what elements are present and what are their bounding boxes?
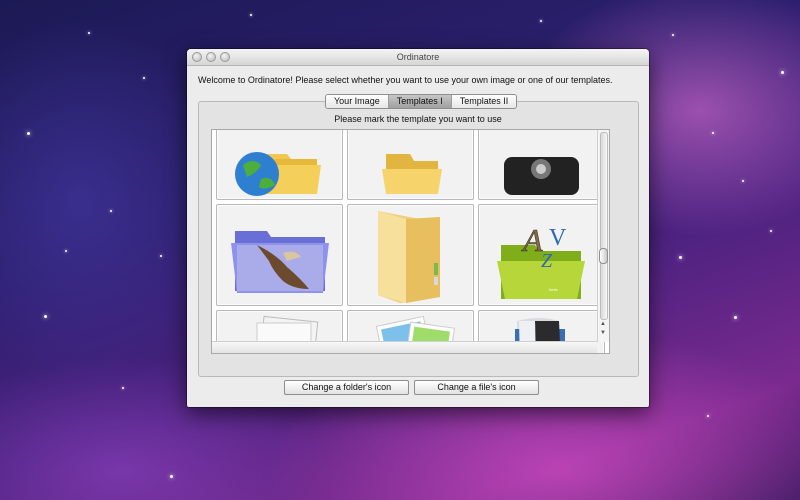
globe-folder-icon [235, 152, 321, 196]
zoom-button[interactable] [220, 52, 230, 62]
scroll-down-icon[interactable]: ▼ [600, 329, 606, 337]
star [770, 230, 772, 232]
title-bar[interactable]: Ordinatore [187, 49, 649, 66]
vertical-scrollbar[interactable]: ▲ ▼ [597, 130, 609, 342]
star [44, 315, 47, 318]
star [734, 316, 737, 319]
intro-text: Welcome to Ordinatore! Please select whe… [198, 75, 613, 85]
font-letter-v: V [549, 225, 567, 251]
star [781, 71, 784, 74]
template-cell[interactable] [347, 130, 474, 200]
change-folder-icon-button[interactable]: Change a folder's icon [284, 380, 409, 395]
star [540, 20, 542, 22]
scroll-thumb[interactable] [599, 248, 608, 264]
tab-bar: Your Image Templates I Templates II [325, 94, 518, 109]
star [110, 210, 112, 212]
star [88, 32, 90, 34]
template-cell[interactable] [347, 204, 474, 306]
font-letter-z: Z [541, 250, 553, 272]
star [27, 132, 30, 135]
scroll-track[interactable] [600, 132, 608, 320]
plain-folder-icon [382, 154, 442, 194]
star [250, 14, 252, 16]
star [679, 256, 682, 259]
star [170, 475, 173, 478]
font-letter-a: A [521, 222, 543, 258]
template-cell[interactable] [216, 204, 343, 306]
star [712, 132, 714, 134]
horizontal-scrollbar[interactable] [212, 341, 597, 353]
font-folder-label: fonts [549, 287, 558, 292]
window-title: Ordinatore [396, 52, 440, 62]
template-cell[interactable] [216, 130, 343, 200]
change-file-icon-button[interactable]: Change a file's icon [414, 380, 539, 395]
star [707, 415, 709, 417]
dark-disc-icon [504, 157, 579, 195]
tab-templates-1[interactable]: Templates I [387, 95, 451, 108]
template-cell[interactable] [478, 130, 605, 200]
star [122, 387, 124, 389]
star [160, 255, 162, 257]
tab-your-image[interactable]: Your Image [326, 95, 388, 108]
tab-templates-2[interactable]: Templates II [450, 95, 517, 108]
close-button[interactable] [192, 52, 202, 62]
bird-folder-icon [231, 231, 329, 293]
minimize-button[interactable] [206, 52, 216, 62]
template-scroll-view: A V Z fonts ▲ ▼ [211, 129, 610, 354]
star [742, 180, 744, 182]
scroll-up-icon[interactable]: ▲ [600, 320, 606, 328]
star [143, 77, 145, 79]
manila-folder-icon [378, 211, 440, 303]
ordinatore-window: Ordinatore Welcome to Ordinatore! Please… [187, 49, 649, 407]
template-prompt: Please mark the template you want to use [334, 114, 502, 124]
star [65, 250, 67, 252]
star [672, 34, 674, 36]
template-cell[interactable]: A V Z fonts [478, 204, 605, 306]
fonts-folder-icon: A V Z fonts [497, 222, 585, 299]
